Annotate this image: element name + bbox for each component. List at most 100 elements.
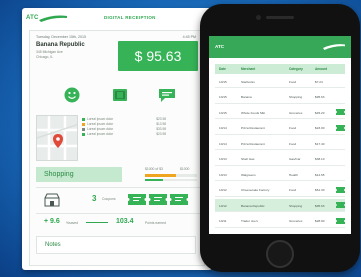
cell-date: 10/15: [219, 95, 227, 99]
table-header: Date Merchant Category Amount: [215, 64, 345, 74]
budget-label: $1000 of $3: [145, 167, 163, 171]
receipt-card: Tuesday, December 15th, 2015 4:45 PM Ban…: [29, 30, 205, 266]
budget-progress-fill: [145, 174, 177, 177]
cell-merchant: Banana Republic: [241, 203, 265, 208]
points-earned-unit: Points earned: [145, 221, 166, 225]
logo: ATC: [26, 12, 68, 25]
receipt-icon[interactable]: [336, 124, 345, 131]
coupons-row: 3 Coupons: [30, 191, 206, 211]
receipt-icon[interactable]: [336, 186, 345, 193]
wallet-icon[interactable]: [112, 87, 128, 103]
phone-device: ATC Date Merchant Category Amount 10/15 S…: [200, 4, 360, 272]
cell-category: Groceries: [289, 219, 303, 223]
cell-amount: $12.65: [315, 172, 325, 177]
cell-category: Food: [289, 79, 297, 84]
category-button[interactable]: Shopping: [36, 167, 122, 182]
cell-amount: $95.63: [315, 203, 325, 208]
cell-date: 10/13: [219, 157, 227, 161]
column-header: Merchant: [241, 67, 256, 71]
coupon-icon[interactable]: [128, 194, 146, 205]
chat-bubble-icon[interactable]: [158, 87, 176, 103]
cell-amount: $38.10: [315, 157, 325, 161]
legend-swatch: [82, 122, 85, 126]
receipt-icon[interactable]: [336, 217, 345, 224]
smiley-icon[interactable]: [64, 87, 80, 103]
cell-merchant: Starbucks: [241, 79, 255, 84]
cell-category: Shopping: [289, 203, 303, 208]
cell-amount: $17.40: [315, 141, 325, 146]
receipt-header: ATC DIGITAL RECEIPTION: [22, 8, 212, 30]
receipt-icon[interactable]: [336, 202, 345, 208]
legend-label: Loreal ipsum dolor: [87, 122, 114, 126]
cell-date: 10/15: [219, 110, 227, 115]
cell-merchant: Walgreens: [241, 172, 256, 177]
table-row[interactable]: 10/15 Starbucks Food $7.24: [215, 75, 345, 88]
coupon-count: 3: [92, 194, 97, 203]
notes-field[interactable]: Notes: [36, 236, 196, 254]
table-row[interactable]: 10/13 Shell Gas Gas/Car $38.10: [215, 153, 345, 166]
table-row[interactable]: 10/12 Banana Republic Shopping $95.63: [215, 199, 345, 212]
table-row[interactable]: 10/15 Whole Foods Mkt Groceries $45.20: [215, 106, 345, 119]
receipt-amount: $ 95.63: [118, 41, 198, 71]
coupon-icon[interactable]: [170, 194, 188, 205]
cell-date: 10/13: [219, 172, 227, 177]
legend-item: Loreal ipsum dolor $13.98: [82, 122, 166, 126]
store-map[interactable]: [36, 115, 78, 161]
cell-merchant: Shell Gas: [241, 157, 255, 161]
receipt-time: 4:45 PM: [182, 35, 196, 39]
cell-category: Gas/Car: [289, 157, 301, 161]
percent-saved: + 9.6: [44, 218, 60, 225]
cell-merchant: Cheesecake Factory: [241, 188, 270, 192]
cell-date: 10/14: [219, 141, 227, 146]
arrow-right-icon: [86, 222, 108, 223]
cell-date: 10/12: [219, 188, 227, 192]
logo-swoosh-icon: [39, 15, 67, 22]
column-header: Category: [289, 67, 303, 71]
savings-row: + 9.6 %saved 103.4 Points earned: [30, 217, 206, 231]
logo-text: ATC: [26, 15, 39, 21]
camera-icon: [256, 15, 261, 20]
legend-swatch: [82, 127, 85, 131]
store-icon: [44, 193, 60, 207]
cell-category: Food: [289, 141, 297, 146]
cell-merchant: Pizza Restaurant: [241, 141, 265, 146]
budget-value: $1000: [180, 167, 190, 171]
budget-progress-bar: [145, 174, 197, 177]
legend-label: Loreal ipsum dolor: [87, 117, 114, 121]
cell-amount: $95.63: [315, 95, 325, 99]
table-row[interactable]: 10/15 Banana Shopping $95.63: [215, 91, 345, 104]
merchant-address-line: 345 Michigan Ave: [36, 50, 63, 54]
cell-date: 10/12: [219, 203, 227, 208]
legend-value: $23.98: [156, 132, 166, 136]
table-row[interactable]: 10/14 Pizza Restaurant Food $23.00: [215, 122, 345, 135]
cell-amount: $7.24: [315, 79, 323, 84]
merchant-address-line: Chicago, IL: [36, 55, 54, 59]
merchant-name: Banana Republic: [36, 42, 85, 48]
column-header: Date: [219, 67, 226, 71]
coupon-unit: Coupons: [102, 197, 116, 201]
divider: [36, 187, 200, 188]
cell-merchant: Trader Joe's: [241, 219, 258, 223]
receipt-panel: ATC DIGITAL RECEIPTION Tuesday, December…: [22, 8, 212, 270]
legend-swatch: [82, 132, 85, 136]
cell-category: Groceries: [289, 110, 303, 115]
receipt-icon[interactable]: [336, 109, 345, 115]
table-row[interactable]: 10/13 Walgreens Health $12.65: [215, 168, 345, 181]
receipt-date: Tuesday, December 15th, 2015: [36, 35, 86, 39]
cell-category: Food: [289, 126, 297, 130]
coupon-icon[interactable]: [149, 194, 167, 205]
cell-date: 10/15: [219, 79, 227, 84]
column-header: Amount: [315, 67, 328, 71]
table-row[interactable]: 10/14 Pizza Restaurant Food $17.40: [215, 137, 345, 150]
cell-merchant: Whole Foods Mkt: [241, 110, 266, 115]
panel-title: DIGITAL RECEIPTION: [104, 15, 156, 20]
table-row[interactable]: 10/11 Trader Joe's Groceries $28.90: [215, 215, 345, 228]
home-button[interactable]: [266, 240, 294, 268]
table-row[interactable]: 10/12 Cheesecake Factory Food $61.30: [215, 184, 345, 197]
legend-swatch: [82, 117, 85, 121]
cell-category: Food: [289, 188, 297, 192]
app-logo: ATC: [215, 44, 225, 49]
cell-amount: $23.00: [315, 126, 325, 130]
legend-label: Loreal ipsum dolor: [87, 127, 114, 131]
cell-amount: $45.20: [315, 110, 325, 115]
